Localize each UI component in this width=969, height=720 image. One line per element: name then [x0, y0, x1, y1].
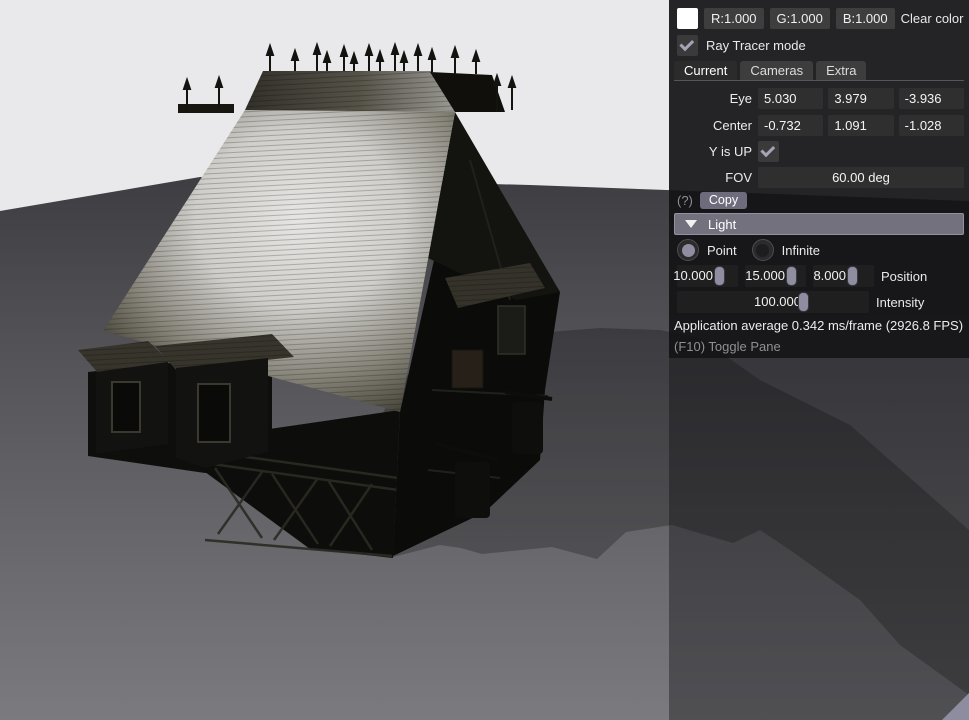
infinite-radio[interactable]	[751, 239, 774, 261]
blue-drag-button[interactable]: B:1.000	[835, 8, 895, 29]
center-z-field[interactable]: -1.028	[898, 115, 964, 136]
infinite-label: Infinite	[781, 242, 820, 258]
clear-color-label: Clear color	[900, 11, 964, 26]
light-intensity-row: 100.000 Intensity	[674, 291, 964, 313]
eye-label: Eye	[729, 91, 752, 106]
point-radio[interactable]	[677, 239, 699, 261]
red-drag-button[interactable]: R:1.000	[704, 8, 764, 29]
help-label: (?)	[677, 193, 693, 208]
copy-row: (?) Copy	[674, 192, 964, 209]
y-up-row: Y is UP	[674, 141, 964, 162]
slider-thumb[interactable]	[847, 266, 858, 286]
light-section-header[interactable]: Light	[674, 213, 964, 235]
fov-label: FOV	[725, 170, 752, 185]
camera-tabbar: Current Cameras Extra	[674, 60, 964, 81]
controls-window: R:1.000 G:1.000 B:1.000 Clear color Ray …	[669, 0, 969, 358]
slider-value: 15.000	[745, 268, 785, 283]
color-swatch[interactable]	[677, 8, 698, 29]
check-icon	[679, 35, 695, 51]
position-y-slider[interactable]: 15.000	[745, 265, 806, 287]
position-label: Position	[881, 268, 928, 284]
y-up-checkbox[interactable]	[758, 141, 779, 162]
copy-button[interactable]: Copy	[699, 192, 748, 209]
point-label: Point	[707, 242, 737, 258]
app-window: R:1.000 G:1.000 B:1.000 Clear color Ray …	[0, 0, 969, 720]
ray-tracer-row: Ray Tracer mode	[674, 35, 964, 56]
slider-thumb[interactable]	[714, 266, 725, 286]
intensity-label: Intensity	[876, 294, 925, 310]
position-x-slider[interactable]: 10.000	[673, 265, 738, 287]
eye-z-field[interactable]: -3.936	[898, 88, 964, 109]
tab-current[interactable]: Current	[674, 61, 738, 80]
ray-tracer-checkbox[interactable]	[677, 35, 698, 56]
fov-row: FOV 60.00 deg	[674, 167, 964, 188]
slider-value: 10.000	[673, 268, 713, 283]
eye-x-field[interactable]: 5.030	[758, 88, 824, 109]
green-drag-button[interactable]: G:1.000	[769, 8, 830, 29]
eye-row: Eye 5.030 3.979 -3.936	[674, 88, 964, 109]
tab-cameras[interactable]: Cameras	[740, 61, 814, 80]
side-pane: R:1.000 G:1.000 B:1.000 Clear color Ray …	[669, 0, 969, 720]
fps-stats: Application average 0.342 ms/frame (2926…	[674, 318, 964, 333]
tab-extra[interactable]: Extra	[816, 61, 867, 80]
center-row: Center -0.732 1.091 -1.028	[674, 115, 964, 136]
toggle-pane-hint: (F10) Toggle Pane	[674, 339, 781, 354]
light-type-row: Point Infinite	[674, 239, 964, 261]
light-header-label: Light	[708, 216, 737, 232]
check-icon	[760, 141, 776, 157]
ray-tracer-label: Ray Tracer mode	[706, 38, 806, 53]
position-z-slider[interactable]: 8.000	[813, 265, 874, 287]
slider-thumb[interactable]	[786, 266, 797, 286]
eye-y-field[interactable]: 3.979	[828, 88, 894, 109]
radio-dot-on	[681, 243, 695, 257]
radio-dot-off	[756, 243, 770, 257]
slider-thumb[interactable]	[798, 292, 809, 312]
center-x-field[interactable]: -0.732	[758, 115, 824, 136]
fov-field[interactable]: 60.00 deg	[758, 167, 964, 188]
intensity-slider[interactable]: 100.000	[677, 291, 869, 313]
background-color-row: R:1.000 G:1.000 B:1.000 Clear color	[674, 8, 964, 29]
center-label: Center	[712, 118, 752, 133]
collapse-arrow-icon	[685, 220, 697, 228]
slider-value: 8.000	[813, 268, 846, 283]
y-up-label: Y is UP	[708, 144, 752, 159]
center-y-field[interactable]: 1.091	[828, 115, 894, 136]
slider-value: 100.000	[754, 294, 801, 309]
resize-grip-icon[interactable]	[942, 693, 969, 720]
light-position-row: 10.000 15.000 8.000 Position	[673, 265, 964, 287]
